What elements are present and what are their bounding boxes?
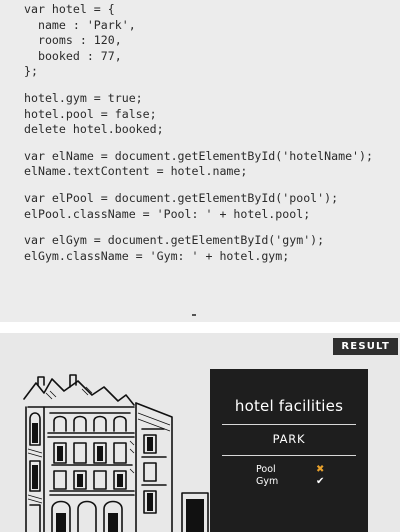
- code-line: hotel.gym = true;: [24, 90, 143, 105]
- result-panel: RESULT hotel facilities PARK Pool ✖ Gym …: [0, 333, 400, 532]
- code-gap: [24, 80, 373, 91]
- divider: [222, 424, 356, 425]
- code-line: rooms : 120,: [24, 33, 122, 48]
- code-line: var elName = document.getElementById('ho…: [24, 148, 374, 163]
- code-gap: [24, 180, 373, 191]
- hotel-name: PARK: [272, 432, 306, 446]
- code-line: delete hotel.booked;: [24, 122, 164, 137]
- result-tab: RESULT: [333, 338, 398, 355]
- code-line: var elPool = document.getElementById('po…: [24, 190, 339, 205]
- code-line: };: [24, 64, 38, 79]
- divider: [222, 455, 356, 456]
- pool-label: Pool: [256, 464, 276, 475]
- check-icon: ✔: [316, 476, 325, 487]
- code-gap: [24, 138, 373, 149]
- code-gap: [24, 222, 373, 233]
- hotel-facilities-panel: hotel facilities PARK Pool ✖ Gym ✔: [210, 369, 368, 532]
- code-line: var elGym = document.getElementById('gym…: [24, 233, 325, 248]
- page-mark: [192, 314, 196, 316]
- gym-label: Gym: [256, 476, 279, 487]
- code-block: var hotel = { name : 'Park', rooms : 120…: [24, 2, 373, 264]
- code-line: elPool.className = 'Pool: ' + hotel.pool…: [24, 206, 311, 221]
- code-line: elName.textContent = hotel.name;: [24, 164, 248, 179]
- code-line: elGym.className = 'Gym: ' + hotel.gym;: [24, 248, 290, 263]
- code-panel: var hotel = { name : 'Park', rooms : 120…: [0, 0, 400, 322]
- code-line: name : 'Park',: [24, 17, 136, 32]
- code-line: hotel.pool = false;: [24, 106, 157, 121]
- facilities-title: hotel facilities: [234, 397, 344, 415]
- code-line: booked : 77,: [24, 48, 122, 63]
- hotel-sketch-illustration: [23, 374, 209, 532]
- code-line: var hotel = {: [24, 2, 115, 16]
- cross-icon: ✖: [316, 464, 325, 475]
